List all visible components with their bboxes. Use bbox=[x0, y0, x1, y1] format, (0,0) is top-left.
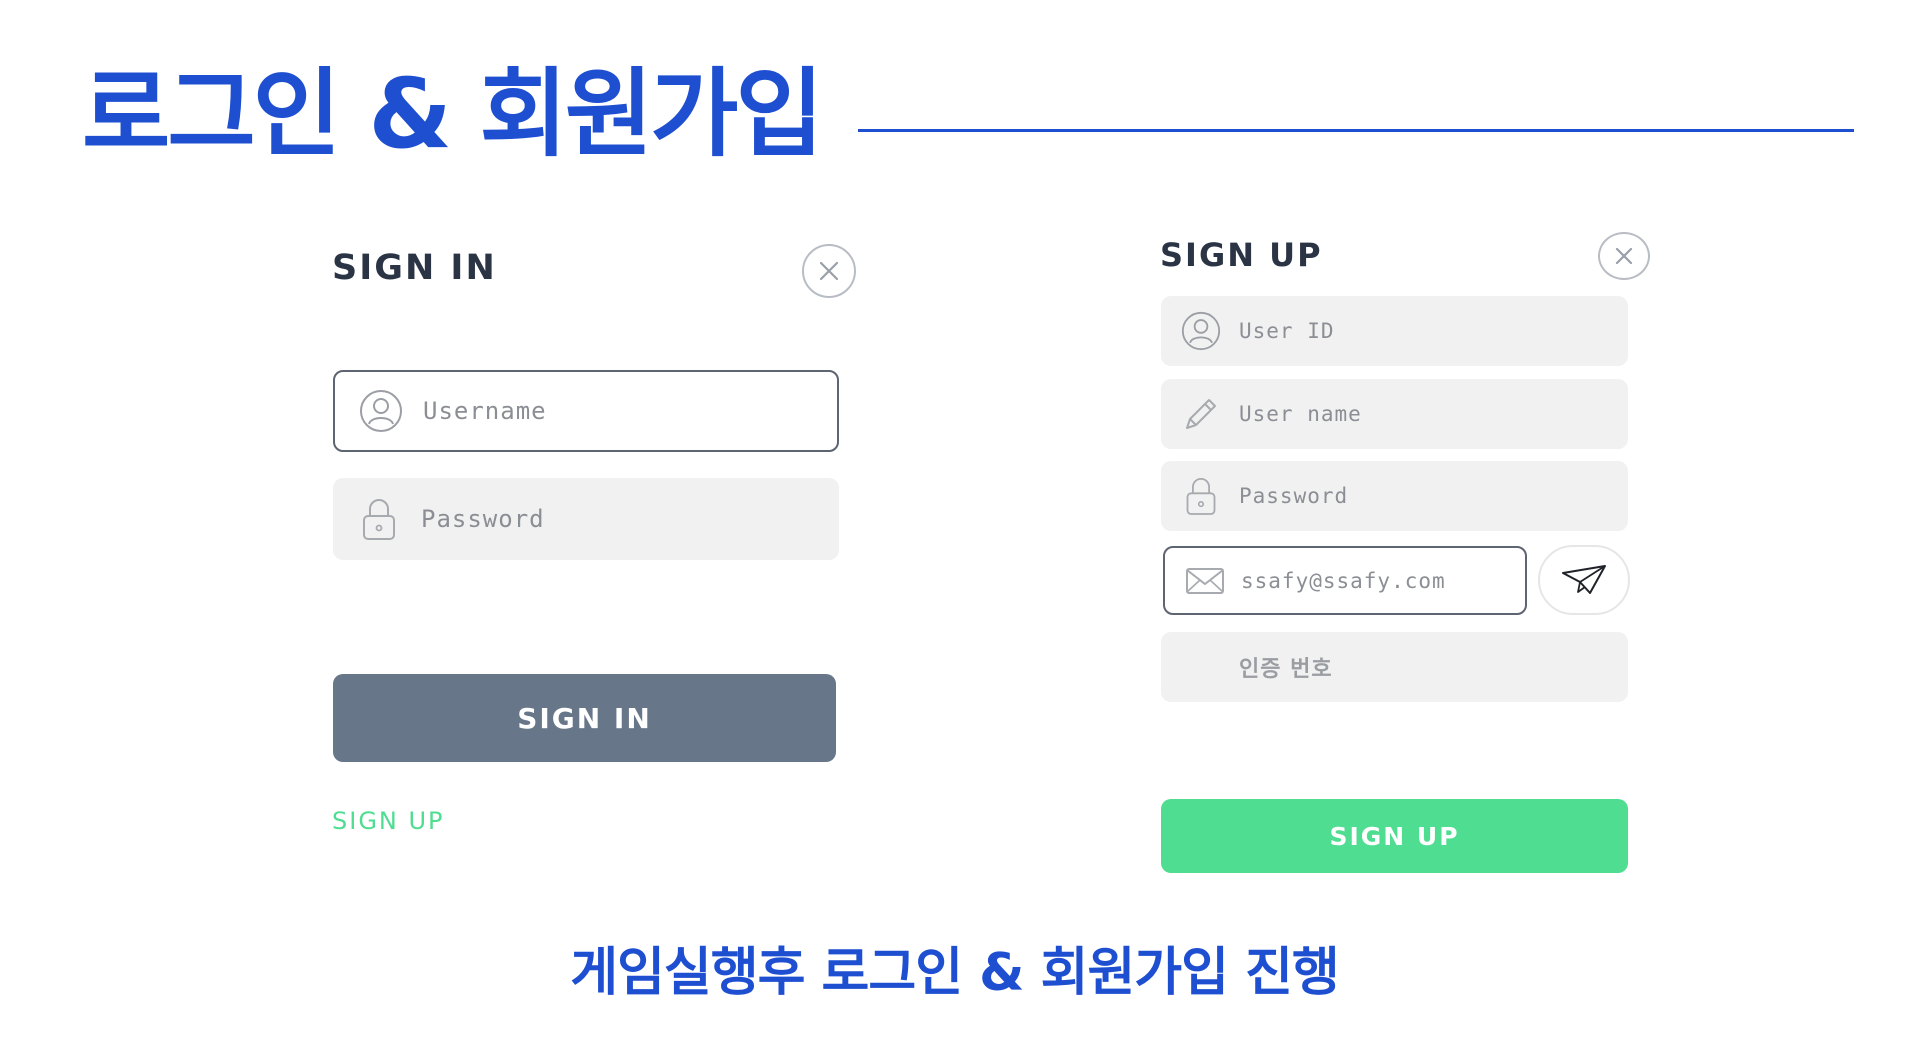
signup-username-placeholder: User name bbox=[1239, 402, 1362, 426]
signup-close-button[interactable] bbox=[1598, 232, 1650, 280]
lock-icon bbox=[1179, 474, 1223, 518]
signin-password-field[interactable]: Password bbox=[333, 478, 839, 560]
user-icon bbox=[355, 385, 407, 437]
signup-auth-code-field[interactable]: 인증 번호 bbox=[1161, 632, 1628, 702]
signin-button-label: SIGN IN bbox=[517, 701, 652, 735]
pencil-icon bbox=[1179, 392, 1223, 436]
signin-password-placeholder: Password bbox=[421, 505, 545, 533]
signup-password-placeholder: Password bbox=[1239, 484, 1349, 508]
signup-link[interactable]: SIGN UP bbox=[332, 807, 445, 835]
signin-close-button[interactable] bbox=[802, 244, 856, 298]
signup-email-value: ssafy@ssafy.com bbox=[1241, 568, 1446, 593]
signin-button[interactable]: SIGN IN bbox=[333, 674, 836, 762]
title-divider bbox=[858, 129, 1854, 132]
signin-title: SIGN IN bbox=[332, 248, 497, 288]
signup-button[interactable]: SIGN UP bbox=[1161, 799, 1628, 873]
page-title: 로그인 & 회원가입 bbox=[82, 58, 824, 170]
signup-password-field[interactable]: Password bbox=[1161, 461, 1628, 531]
paper-plane-icon bbox=[1562, 565, 1606, 594]
signin-username-placeholder: Username bbox=[423, 397, 547, 425]
mail-icon bbox=[1183, 559, 1227, 603]
lock-icon bbox=[353, 493, 405, 545]
signup-button-label: SIGN UP bbox=[1329, 821, 1460, 851]
signup-email-field[interactable]: ssafy@ssafy.com bbox=[1163, 546, 1527, 615]
user-icon bbox=[1179, 309, 1223, 353]
close-icon bbox=[1615, 247, 1633, 265]
signup-title: SIGN UP bbox=[1160, 236, 1323, 274]
signup-userid-field[interactable]: User ID bbox=[1161, 296, 1628, 366]
close-icon bbox=[819, 261, 839, 281]
signin-username-field[interactable]: Username bbox=[333, 370, 839, 452]
send-code-button[interactable] bbox=[1538, 545, 1630, 615]
slide-caption: 게임실행후 로그인 & 회원가입 진행 bbox=[570, 943, 1340, 1003]
signup-auth-code-placeholder: 인증 번호 bbox=[1239, 657, 1333, 682]
signup-userid-placeholder: User ID bbox=[1239, 319, 1335, 343]
signup-username-field[interactable]: User name bbox=[1161, 379, 1628, 449]
